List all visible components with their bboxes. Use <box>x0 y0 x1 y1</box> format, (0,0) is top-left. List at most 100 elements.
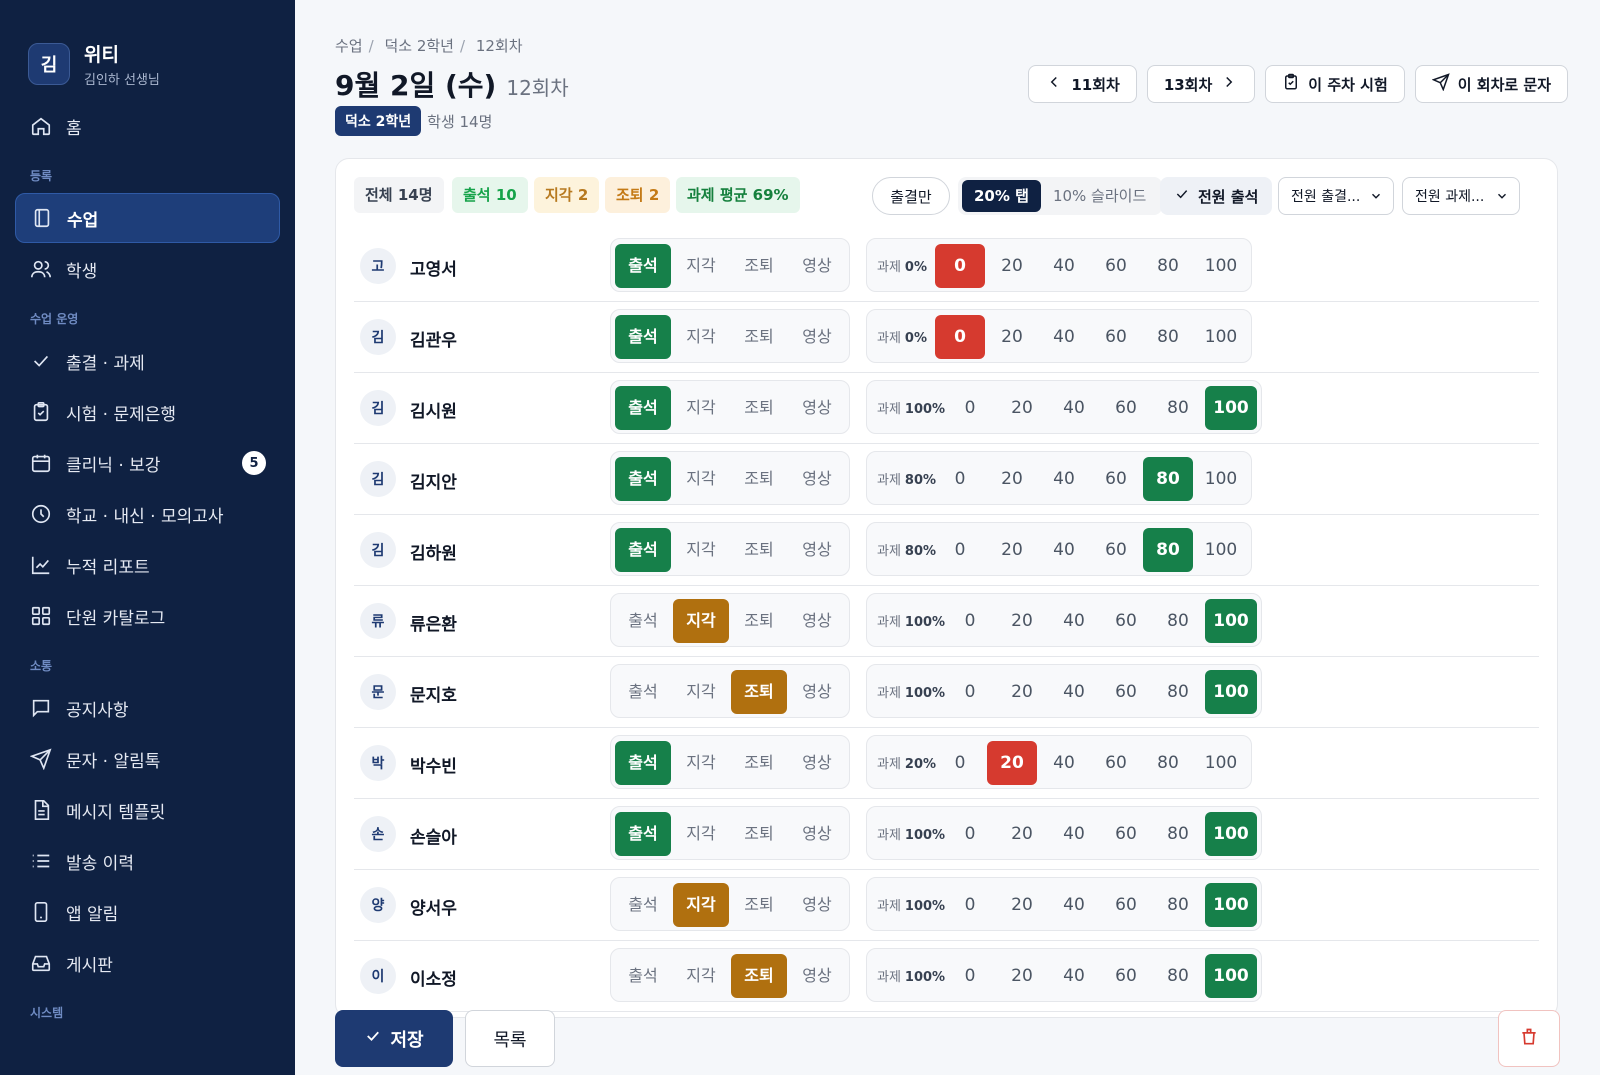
homework-option[interactable]: 80 <box>1153 670 1203 714</box>
homework-option[interactable]: 60 <box>1101 812 1151 856</box>
homework-option[interactable]: 100 <box>1195 741 1247 785</box>
homework-option[interactable]: 80 <box>1153 386 1203 430</box>
attendance-option[interactable]: 조퇴 <box>731 599 787 643</box>
attendance-option[interactable]: 출석 <box>615 457 671 501</box>
homework-option[interactable]: 20 <box>987 741 1037 785</box>
homework-option[interactable]: 40 <box>1039 457 1089 501</box>
attendance-option[interactable]: 지각 <box>673 457 729 501</box>
homework-option[interactable]: 40 <box>1039 741 1089 785</box>
sidebar-item-register-1[interactable]: 학생 <box>15 244 280 294</box>
homework-option[interactable]: 100 <box>1205 812 1257 856</box>
attendance-option[interactable]: 지각 <box>673 883 729 927</box>
homework-option[interactable]: 80 <box>1153 954 1203 998</box>
homework-option[interactable]: 20 <box>987 315 1037 359</box>
tab-20-percent[interactable]: 20% 탭 <box>962 180 1041 212</box>
homework-option[interactable]: 100 <box>1195 315 1247 359</box>
attendance-option[interactable]: 조퇴 <box>731 315 787 359</box>
homework-option[interactable]: 80 <box>1143 528 1193 572</box>
attendance-option[interactable]: 영상 <box>789 741 845 785</box>
homework-option[interactable]: 20 <box>997 386 1047 430</box>
session-sms-button[interactable]: 이 회차로 문자 <box>1414 65 1568 103</box>
attendance-option[interactable]: 조퇴 <box>731 812 787 856</box>
attendance-option[interactable]: 출석 <box>615 954 671 998</box>
attendance-option[interactable]: 지각 <box>673 599 729 643</box>
save-button[interactable]: 저장 <box>335 1010 453 1067</box>
homework-option[interactable]: 40 <box>1049 599 1099 643</box>
homework-option[interactable]: 60 <box>1091 528 1141 572</box>
homework-option[interactable]: 100 <box>1205 599 1257 643</box>
sidebar-item-comm-5[interactable]: 게시판 <box>15 938 280 988</box>
homework-option[interactable]: 60 <box>1101 386 1151 430</box>
homework-option[interactable]: 100 <box>1195 457 1247 501</box>
homework-option[interactable]: 80 <box>1153 883 1203 927</box>
homework-option[interactable]: 0 <box>945 812 995 856</box>
attendance-option[interactable]: 영상 <box>789 244 845 288</box>
sidebar-item-operation-5[interactable]: 단원 카탈로그 <box>15 591 280 641</box>
attendance-option[interactable]: 조퇴 <box>731 670 787 714</box>
tab-10-percent-slide[interactable]: 10% 슬라이드 <box>1041 180 1158 212</box>
breadcrumb-item[interactable]: 수업 <box>335 37 363 55</box>
homework-option[interactable]: 20 <box>997 599 1047 643</box>
sidebar-item-operation-4[interactable]: 누적 리포트 <box>15 540 280 590</box>
homework-option[interactable]: 100 <box>1205 670 1257 714</box>
attendance-option[interactable]: 영상 <box>789 599 845 643</box>
attendance-option[interactable]: 출석 <box>615 812 671 856</box>
attendance-option[interactable]: 지각 <box>673 954 729 998</box>
attendance-option[interactable]: 영상 <box>789 386 845 430</box>
attendance-option[interactable]: 영상 <box>789 883 845 927</box>
breadcrumb-item[interactable]: 덕소 2학년 <box>384 37 454 55</box>
homework-option[interactable]: 60 <box>1101 954 1151 998</box>
homework-option[interactable]: 20 <box>997 670 1047 714</box>
homework-option[interactable]: 100 <box>1195 244 1247 288</box>
homework-option[interactable]: 80 <box>1143 741 1193 785</box>
homework-option[interactable]: 20 <box>987 457 1037 501</box>
attendance-option[interactable]: 출석 <box>615 315 671 359</box>
homework-option[interactable]: 80 <box>1143 457 1193 501</box>
attendance-option[interactable]: 출석 <box>615 599 671 643</box>
sidebar-item-operation-0[interactable]: 출결 · 과제 <box>15 336 280 386</box>
sidebar-item-operation-1[interactable]: 시험 · 문제은행 <box>15 387 280 437</box>
sidebar-item-comm-4[interactable]: 앱 알림 <box>15 887 280 937</box>
homework-option[interactable]: 20 <box>987 528 1037 572</box>
homework-option[interactable]: 40 <box>1049 670 1099 714</box>
sidebar-item-register-0[interactable]: 수업 <box>15 193 280 243</box>
attendance-option[interactable]: 지각 <box>673 386 729 430</box>
homework-option[interactable]: 80 <box>1143 315 1193 359</box>
sidebar-item-comm-1[interactable]: 문자 · 알림톡 <box>15 734 280 784</box>
attendance-option[interactable]: 영상 <box>789 812 845 856</box>
attendance-option[interactable]: 출석 <box>615 386 671 430</box>
attendance-option[interactable]: 조퇴 <box>731 457 787 501</box>
attendance-option[interactable]: 지각 <box>673 315 729 359</box>
homework-option[interactable]: 40 <box>1039 528 1089 572</box>
sidebar-item-operation-2[interactable]: 클리닉 · 보강 5 <box>15 438 280 488</box>
homework-option[interactable]: 0 <box>935 244 985 288</box>
homework-option[interactable]: 20 <box>997 954 1047 998</box>
sidebar-item-home[interactable]: 홈 <box>15 101 280 151</box>
homework-option[interactable]: 40 <box>1049 386 1099 430</box>
homework-option[interactable]: 100 <box>1205 954 1257 998</box>
homework-option[interactable]: 60 <box>1091 741 1141 785</box>
attendance-option[interactable]: 조퇴 <box>731 883 787 927</box>
homework-option[interactable]: 0 <box>935 315 985 359</box>
homework-option[interactable]: 60 <box>1091 315 1141 359</box>
attendance-option[interactable]: 조퇴 <box>731 244 787 288</box>
attendance-option[interactable]: 조퇴 <box>731 741 787 785</box>
homework-option[interactable]: 80 <box>1153 812 1203 856</box>
attendance-option[interactable]: 출석 <box>615 528 671 572</box>
sidebar-item-comm-2[interactable]: 메시지 템플릿 <box>15 785 280 835</box>
list-button[interactable]: 목록 <box>465 1010 555 1067</box>
attendance-option[interactable]: 영상 <box>789 670 845 714</box>
delete-button[interactable] <box>1498 1010 1560 1067</box>
homework-option[interactable]: 0 <box>945 883 995 927</box>
homework-option[interactable]: 60 <box>1101 599 1151 643</box>
bulk-attendance-select[interactable]: 전원 출결... <box>1278 177 1394 215</box>
attendance-option[interactable]: 지각 <box>673 244 729 288</box>
week-exam-button[interactable]: 이 주차 시험 <box>1265 65 1405 103</box>
attendance-option[interactable]: 영상 <box>789 528 845 572</box>
next-session-button[interactable]: 13회차 <box>1146 65 1256 103</box>
attendance-option[interactable]: 조퇴 <box>731 528 787 572</box>
homework-option[interactable]: 100 <box>1205 386 1257 430</box>
attendance-option[interactable]: 출석 <box>615 741 671 785</box>
homework-option[interactable]: 0 <box>935 457 985 501</box>
homework-option[interactable]: 20 <box>997 812 1047 856</box>
